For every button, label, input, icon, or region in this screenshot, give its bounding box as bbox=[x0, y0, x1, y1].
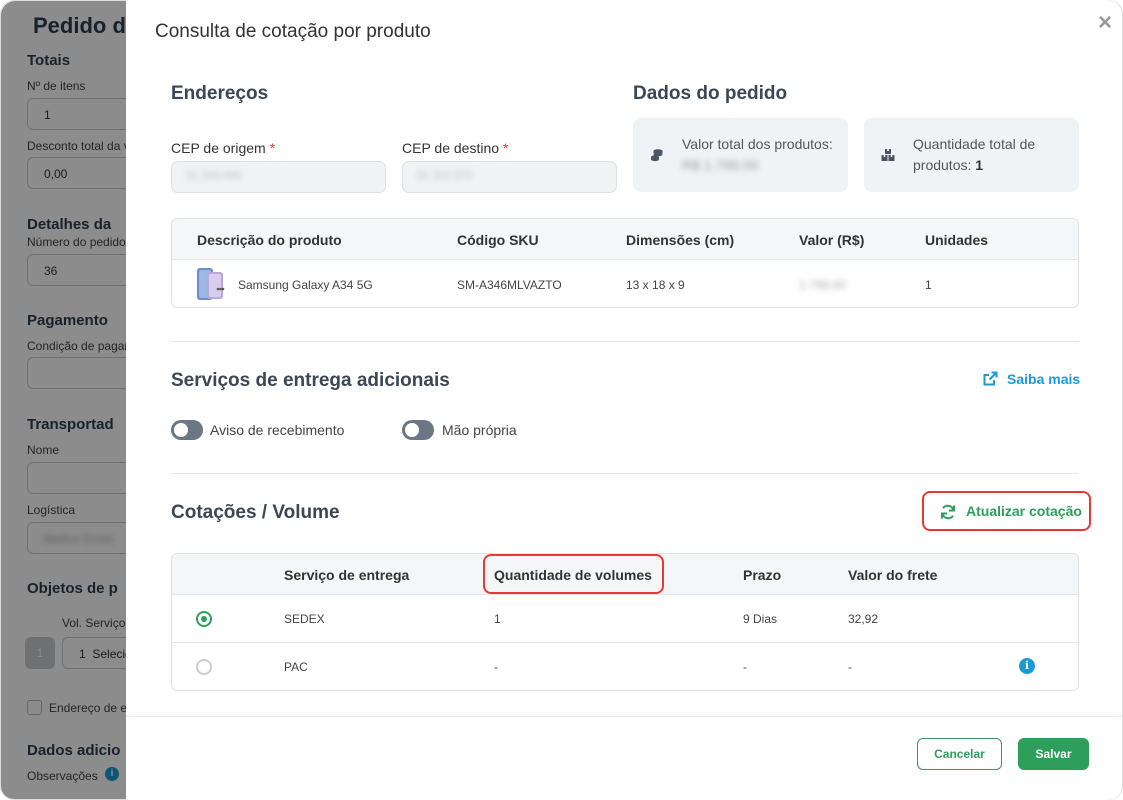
own-hand-label: Mão própria bbox=[442, 422, 517, 438]
quote-modal: Consulta de cotação por produto × Endere… bbox=[126, 0, 1122, 800]
col-freight: Valor do frete bbox=[848, 567, 938, 583]
destination-cep-field[interactable]: 91 202-970 bbox=[402, 161, 617, 193]
coins-icon bbox=[651, 149, 663, 162]
col-dimensions: Dimensões (cm) bbox=[626, 232, 735, 248]
total-value-card: Valor total dos produtos: R$ 1.799,00 bbox=[633, 118, 848, 192]
addresses-title: Endereços bbox=[171, 83, 269, 104]
total-qty-card: Quantidade total de produtos: 1 bbox=[864, 118, 1079, 192]
total-value: R$ 1.799,00 bbox=[682, 157, 759, 173]
total-qty: 1 bbox=[975, 157, 984, 173]
products-table: Descrição do produto Código SKU Dimensõe… bbox=[171, 218, 1079, 308]
external-link-icon bbox=[983, 371, 998, 386]
cancel-button[interactable]: Cancelar bbox=[917, 738, 1002, 770]
quote-volumes: 1 bbox=[494, 612, 501, 626]
origin-cep-label: CEP de origem * bbox=[171, 140, 276, 156]
quote-deadline: - bbox=[743, 660, 747, 674]
quote-row-pac[interactable]: PAC - - - i bbox=[172, 643, 1078, 690]
origin-cep-field[interactable]: 91 200-000 bbox=[171, 161, 386, 193]
col-value: Valor (R$) bbox=[799, 232, 865, 248]
products-table-header: Descrição do produto Código SKU Dimensõe… bbox=[172, 219, 1078, 260]
divider bbox=[171, 341, 1079, 342]
quote-deadline: 9 Dias bbox=[743, 612, 778, 626]
product-thumbnail bbox=[197, 268, 225, 300]
quote-price: 32,92 bbox=[848, 612, 879, 626]
modal-title: Consulta de cotação por produto bbox=[155, 21, 431, 42]
product-row: Samsung Galaxy A34 5G SM-A346MLVAZTO 13 … bbox=[172, 260, 1078, 307]
extra-services-title: Serviços de entrega adicionais bbox=[171, 370, 450, 391]
quote-radio[interactable] bbox=[196, 659, 212, 675]
boxes-icon bbox=[881, 149, 895, 161]
quote-price: - bbox=[848, 660, 852, 674]
quote-radio[interactable] bbox=[196, 611, 212, 627]
learn-more-link[interactable]: Saiba mais bbox=[982, 371, 1080, 387]
col-units: Unidades bbox=[925, 232, 989, 248]
quote-row-sedex[interactable]: SEDEX 1 9 Dias 32,92 bbox=[172, 595, 1078, 643]
modal-footer: Cancelar Salvar bbox=[126, 716, 1122, 800]
product-name: Samsung Galaxy A34 5G bbox=[238, 278, 373, 292]
col-sku: Código SKU bbox=[457, 232, 539, 248]
total-value-text: Valor total dos produtos: R$ 1.799,00 bbox=[682, 136, 833, 173]
destination-cep-label: CEP de destino * bbox=[402, 140, 509, 156]
product-value: 1.799,00 bbox=[799, 278, 846, 292]
quote-volumes: - bbox=[494, 660, 498, 674]
info-icon[interactable]: i bbox=[1019, 658, 1035, 674]
col-service: Serviço de entrega bbox=[284, 567, 410, 583]
col-description: Descrição do produto bbox=[197, 232, 342, 248]
total-qty-text: Quantidade total de produtos: 1 bbox=[913, 136, 1036, 173]
product-dimensions: 13 x 18 x 9 bbox=[626, 278, 685, 292]
col-deadline: Prazo bbox=[743, 567, 782, 583]
receipt-notice-toggle[interactable] bbox=[171, 420, 203, 440]
close-icon[interactable]: × bbox=[1094, 11, 1116, 35]
divider bbox=[171, 473, 1079, 474]
volumes-highlight bbox=[483, 554, 664, 594]
product-units: 1 bbox=[925, 278, 932, 292]
own-hand-toggle[interactable] bbox=[402, 420, 434, 440]
receipt-notice-label: Aviso de recebimento bbox=[210, 422, 345, 438]
quote-service: PAC bbox=[284, 660, 308, 674]
quote-service: SEDEX bbox=[284, 612, 325, 626]
quotes-title: Cotações / Volume bbox=[171, 502, 340, 523]
refresh-quote-button[interactable]: Atualizar cotação bbox=[922, 491, 1091, 531]
order-data-title: Dados do pedido bbox=[633, 83, 788, 104]
product-sku: SM-A346MLVAZTO bbox=[457, 278, 562, 292]
refresh-icon bbox=[941, 504, 955, 520]
save-button[interactable]: Salvar bbox=[1018, 738, 1089, 770]
